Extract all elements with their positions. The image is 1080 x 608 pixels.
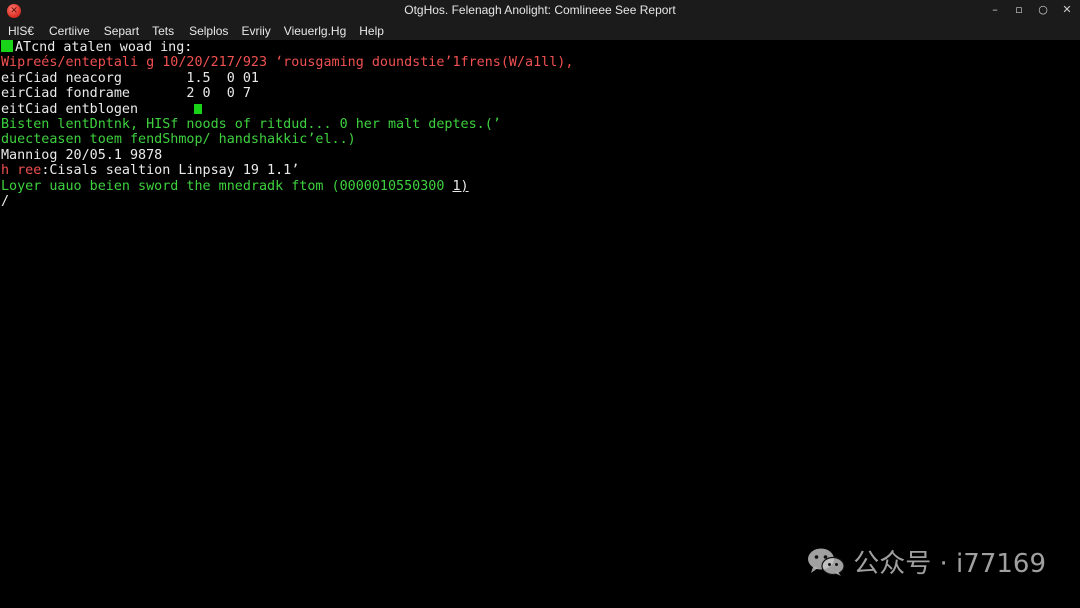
menu-item-help[interactable]: Help (359, 24, 384, 38)
menu-item-tets[interactable]: Tets (152, 24, 174, 38)
minimize-icon[interactable]: – (990, 3, 1000, 16)
maximize-icon[interactable]: ▫ (1014, 3, 1024, 16)
terminal-line: Loyer uauo beien sword the mnedradk ftom… (1, 178, 469, 194)
cursor-block (1, 40, 13, 52)
terminal-line: eirCiad neacorg 1.5 0 01 (1, 70, 259, 86)
title-bar: ✕ OtgHos. Felenagh Anolight: Comlineee S… (0, 0, 1080, 22)
terminal-line: Manniog 20/05.1 9878 (1, 147, 163, 163)
terminal-line: ATcnd atalen woad ing: (1, 40, 1080, 55)
terminal-prompt[interactable]: / (1, 194, 1080, 209)
menu-item-separt[interactable]: Separt (104, 24, 139, 38)
terminal-line: eirCiad fondrame 2 0 0 7 (1, 86, 251, 102)
terminal-line: duecteasen toem fendShmop/ handshakkicʼe… (1, 132, 356, 148)
menu-item-certiive[interactable]: Certiive (49, 24, 90, 38)
watermark: 公众号 · i77169 (807, 543, 1046, 580)
terminal-line: Wipreés/enteptali g 10/20/217/923 ʻrousg… (1, 55, 574, 71)
cursor-inline (194, 103, 203, 114)
close-window-icon[interactable]: ✕ (1062, 3, 1072, 16)
window-title: OtgHos. Felenagh Anolight: Comlineee See… (404, 3, 676, 17)
wechat-icon (808, 548, 845, 576)
terminal-line: Bisten lentDntnk, HISf noods of ritdud..… (1, 116, 501, 132)
menu-item-view[interactable]: Vieuerlg.Hg (284, 24, 346, 38)
terminal-line: eitCiad entblogen (1, 102, 1080, 117)
menu-item-evriiy[interactable]: Evriiy (241, 24, 270, 38)
window-controls: – ▫ ○ ✕ (990, 3, 1072, 16)
restore-icon[interactable]: ○ (1038, 3, 1048, 16)
menu-bar: HlS€ Certiive Separt Tets Selplos Evriiy… (0, 22, 1080, 40)
menu-item-file[interactable]: HlS€ (8, 24, 34, 38)
menu-item-selplos[interactable]: Selplos (189, 24, 228, 38)
terminal-window: ✕ OtgHos. Felenagh Anolight: Comlineee S… (0, 0, 1080, 608)
terminal-output[interactable]: ATcnd atalen woad ing: Wipreés/enteptali… (0, 40, 1080, 608)
terminal-line: h ree:Cisals sealtion Linpsay 19 1.1ʼ (1, 163, 300, 179)
watermark-text: 公众号 · i77169 (853, 549, 1046, 579)
